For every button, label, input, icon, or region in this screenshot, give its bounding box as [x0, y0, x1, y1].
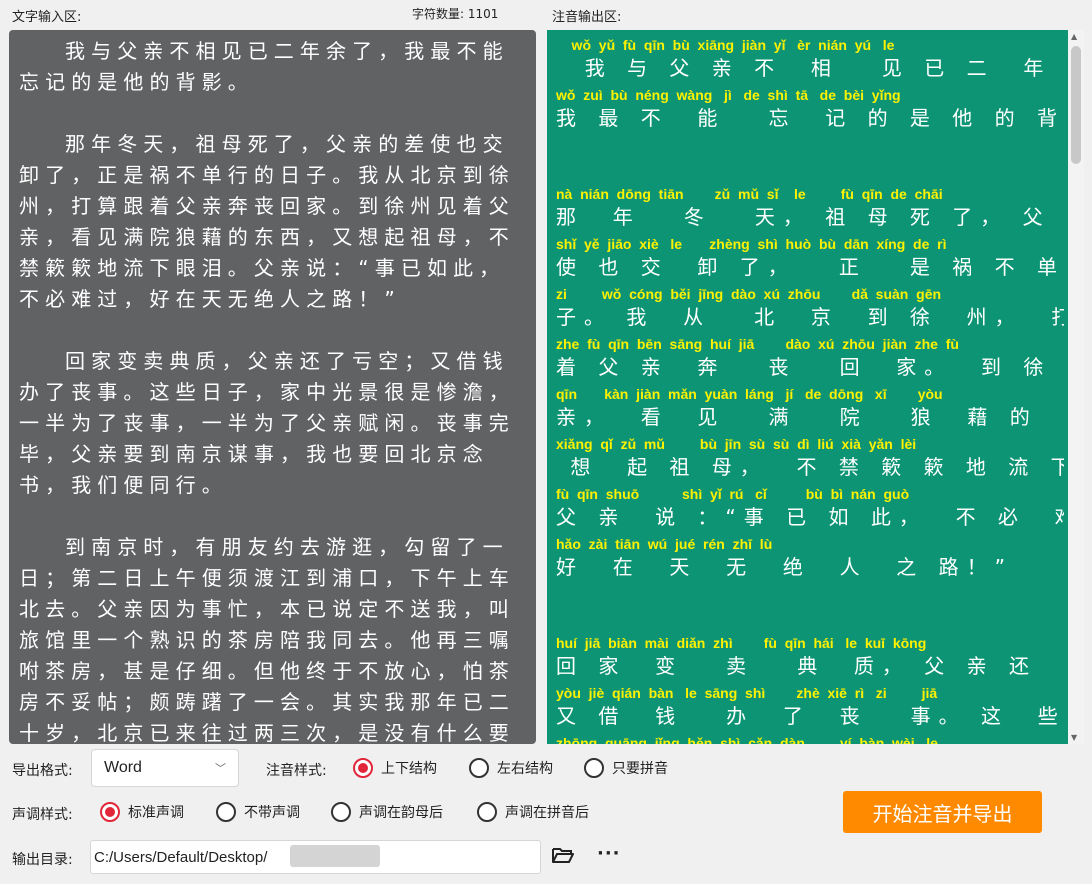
- hanzi-text: 想 起 祖 母， 不 禁 簌 簌 地 流 下 眼 泪。: [570, 455, 1064, 479]
- pinyin-text: yòu jiè qián bàn le sāng shì zhè xiē rì …: [556, 685, 938, 701]
- start-export-button[interactable]: 开始注音并导出: [843, 791, 1042, 833]
- hanzi-text: 回 家 变 卖 典 质， 父 亲 还 了 亏 空 ；: [556, 654, 1038, 678]
- output-area-label: 注音输出区:: [552, 10, 622, 25]
- radio-icon: [469, 758, 489, 778]
- pinyin-paragraph-gap: [556, 585, 1064, 634]
- hanzi-text: 着 父 亲 奔 丧 回 家。 到 徐 州 见 着 父: [556, 355, 1052, 379]
- export-format-value: Word: [104, 759, 142, 776]
- scroll-thumb[interactable]: [1071, 46, 1081, 164]
- pinyin-line: yòu jiè qián bàn le sāng shì zhè xiē rì …: [556, 684, 1064, 734]
- radio-icon: [216, 802, 236, 822]
- annotation-style-label: 注音样式:: [266, 763, 327, 779]
- export-format-label: 导出格式:: [12, 763, 73, 779]
- input-paragraph: 那年冬天，祖母死了，父亲的差使也交卸了，正是祸不单行的日子。我从北京到徐州，打算…: [19, 132, 515, 311]
- annotation-radio-pinyin-only[interactable]: 只要拼音: [584, 758, 668, 778]
- radio-icon: [477, 802, 497, 822]
- output-scrollbar[interactable]: ▲ ▼: [1068, 30, 1084, 744]
- pinyin-line: nà nián dōng tiān zǔ mǔ sǐ le fù qīn de …: [556, 185, 1064, 235]
- redacted-path-segment: [290, 845, 380, 867]
- annotation-radio-top-bottom[interactable]: 上下结构: [353, 758, 437, 778]
- export-format-select[interactable]: Word ﹀: [91, 749, 239, 787]
- radio-label: 上下结构: [381, 761, 437, 777]
- pinyin-text: zhe fù qīn bēn sāng huí jiā dào xú zhōu …: [556, 336, 959, 352]
- radio-label: 标准声调: [128, 805, 184, 821]
- radio-label: 声调在拼音后: [505, 805, 589, 821]
- pinyin-output-area[interactable]: wǒ yǔ fù qīn bù xiāng jiàn yǐ èr nián yú…: [547, 30, 1084, 744]
- pinyin-text: qīn kàn jiàn mǎn yuàn láng jí de dōng xī…: [556, 386, 943, 402]
- hanzi-text: 那 年 冬 天， 祖 母 死 了， 父 亲 的 差: [556, 205, 1051, 229]
- input-paragraph: 我与父亲不相见已二年余了，我最不能忘记的是他的背影。: [19, 39, 509, 94]
- tone-style-label: 声调样式:: [12, 807, 73, 823]
- pinyin-line: xiǎng qǐ zǔ mǔ bù jīn sù sù dì liú xià y…: [556, 435, 1064, 485]
- scroll-up-icon[interactable]: ▲: [1071, 32, 1077, 41]
- radio-icon: [584, 758, 604, 778]
- hanzi-text: 亲， 看 见 满 院 狼 藉 的 东 西， 又: [556, 405, 1038, 429]
- pinyin-line: fù qīn shuō shì yǐ rú cǐ bù bì nán guò 父 …: [556, 485, 1064, 535]
- radio-label: 不带声调: [244, 805, 300, 821]
- radio-icon: [100, 802, 120, 822]
- pinyin-line: wǒ yǔ fù qīn bù xiāng jiàn yǐ èr nián yú…: [556, 36, 1064, 86]
- pinyin-line: zi wǒ cóng běi jīng dào xú zhōu dǎ suàn …: [556, 285, 1064, 335]
- hanzi-text: 我 与 父 亲 不 相 见 已 二 年 余 了，: [584, 56, 1052, 80]
- tone-radio-after-pinyin[interactable]: 声调在拼音后: [477, 802, 589, 822]
- pinyin-text: xiǎng qǐ zǔ mǔ bù jīn sù sù dì liú xià y…: [556, 436, 917, 452]
- pinyin-line: wǒ zuì bù néng wàng jì de shì tā de bèi …: [556, 86, 1064, 136]
- annotation-radio-left-right[interactable]: 左右结构: [469, 758, 553, 778]
- radio-icon: [353, 758, 373, 778]
- pinyin-text: nà nián dōng tiān zǔ mǔ sǐ le fù qīn de …: [556, 186, 943, 202]
- pinyin-text: wǒ zuì bù néng wàng jì de shì tā de bèi …: [556, 87, 901, 103]
- text-input-area[interactable]: 我与父亲不相见已二年余了，我最不能忘记的是他的背影。 那年冬天，祖母死了，父亲的…: [9, 30, 536, 744]
- pinyin-text: wǒ yǔ fù qīn bù xiāng jiàn yǐ èr nián yú…: [556, 37, 895, 53]
- output-dir-label: 输出目录:: [12, 852, 73, 868]
- hanzi-text: 我 最 不 能 忘 记 的 是 他 的 背 影。: [556, 106, 1064, 130]
- hanzi-text: 父 亲 说 ：“事 已 如 此， 不 必 难 过，: [556, 505, 1064, 529]
- scroll-down-icon[interactable]: ▼: [1071, 733, 1077, 742]
- radio-label: 只要拼音: [612, 761, 668, 777]
- more-icon[interactable]: ···: [597, 843, 621, 864]
- radio-icon: [331, 802, 351, 822]
- tone-radio-after-final[interactable]: 声调在韵母后: [331, 802, 443, 822]
- tone-radio-standard[interactable]: 标准声调: [100, 802, 184, 822]
- pinyin-line: shǐ yě jiāo xiè le zhèng shì huò bù dān …: [556, 235, 1064, 285]
- pinyin-text: huí jiā biàn mài diǎn zhì fù qīn hái le …: [556, 635, 927, 651]
- char-count-label: 字符数量: 1101: [412, 7, 499, 21]
- input-paragraph: 回家变卖典质，父亲还了亏空；又借钱办了丧事。这些日子，家中光景很是惨澹，一半为了…: [19, 349, 515, 497]
- pinyin-line: hǎo zài tiān wú jué rén zhī lù 好 在 天 无 绝 …: [556, 535, 1064, 585]
- pinyin-paragraph-gap: [556, 136, 1064, 185]
- input-area-label: 文字输入区:: [12, 10, 82, 25]
- pinyin-line: qīn kàn jiàn mǎn yuàn láng jí de dōng xī…: [556, 385, 1064, 435]
- pinyin-text: zi wǒ cóng běi jīng dào xú zhōu dǎ suàn …: [556, 286, 942, 302]
- folder-open-icon[interactable]: [552, 846, 574, 864]
- input-paragraph: 到南京时，有朋友约去游逛，勾留了一日；第二日上午便须渡江到浦口，下午上车北去。父…: [19, 535, 515, 744]
- radio-label: 声调在韵母后: [359, 805, 443, 821]
- hanzi-text: 使 也 交 卸 了， 正 是 祸 不 单 行 的 日: [556, 255, 1064, 279]
- pinyin-text: fù qīn shuō shì yǐ rú cǐ bù bì nán guò: [556, 486, 910, 502]
- pinyin-text: hǎo zài tiān wú jué rén zhī lù: [556, 536, 773, 552]
- pinyin-content: wǒ yǔ fù qīn bù xiāng jiàn yǐ èr nián yú…: [556, 36, 1064, 744]
- pinyin-line: zhōng guāng jǐng hěn shì cǎn dàn yí bàn …: [556, 734, 1064, 744]
- tone-radio-none[interactable]: 不带声调: [216, 802, 300, 822]
- chevron-down-icon: ﹀: [215, 763, 226, 775]
- hanzi-text: 子。 我 从 北 京 到 徐 州， 打 算 跟: [556, 305, 1064, 329]
- radio-label: 左右结构: [497, 761, 553, 777]
- hanzi-text: 好 在 天 无 绝 人 之 路！”: [556, 555, 1014, 579]
- pinyin-text: shǐ yě jiāo xiè le zhèng shì huò bù dān …: [556, 236, 947, 252]
- pinyin-line: huí jiā biàn mài diǎn zhì fù qīn hái le …: [556, 634, 1064, 684]
- hanzi-text: 又 借 钱 办 了 丧 事。 这 些 日 子， 家: [556, 704, 1064, 728]
- pinyin-text: zhōng guāng jǐng hěn shì cǎn dàn yí bàn …: [556, 735, 938, 744]
- pinyin-line: zhe fù qīn bēn sāng huí jiā dào xú zhōu …: [556, 335, 1064, 385]
